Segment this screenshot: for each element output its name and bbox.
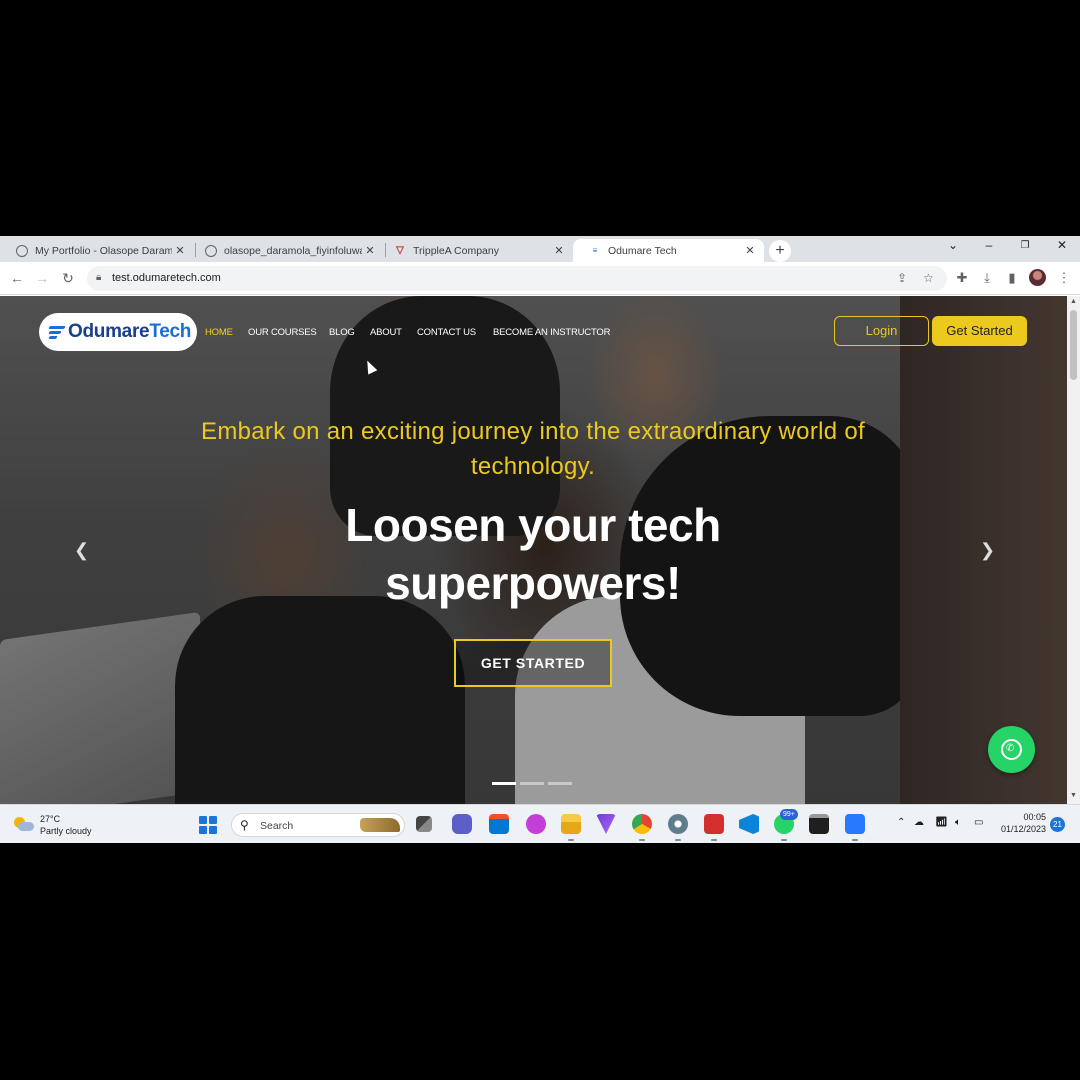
- logo-mark-icon: [48, 325, 66, 339]
- acrobat-reader-icon[interactable]: [704, 814, 724, 841]
- terminal-icon[interactable]: [809, 814, 829, 834]
- close-window-icon[interactable]: ✕: [1052, 238, 1072, 252]
- odumare-favicon-icon: ≡: [592, 246, 598, 255]
- nav-our-courses[interactable]: OUR COURSES: [248, 327, 317, 338]
- vscode-icon[interactable]: [739, 814, 759, 834]
- tab-label: olasope_daramola_fiyinfoluwa_c: [224, 244, 362, 257]
- phone-icon: ✆: [1006, 743, 1015, 754]
- profile-avatar[interactable]: [1029, 269, 1046, 286]
- tab-olasope[interactable]: olasope_daramola_fiyinfoluwa_c ✕: [189, 239, 384, 262]
- hero-headline-line1: Loosen your tech: [345, 499, 721, 551]
- scroll-up-icon[interactable]: ▲: [1067, 298, 1080, 305]
- get-started-button[interactable]: Get Started: [932, 316, 1027, 346]
- close-tab-icon[interactable]: ✕: [551, 244, 567, 257]
- tab-strip: My Portfolio - Olasope Daramola ✕ olasop…: [0, 236, 1080, 262]
- hero-section: OdumareTech HOME OUR COURSES BLOG ABOUT …: [0, 296, 1067, 804]
- weather-temp: 27°C: [40, 814, 61, 824]
- volume-icon[interactable]: 🔈︎: [955, 817, 961, 828]
- tab-search-chevron-icon[interactable]: ⌄: [943, 238, 963, 252]
- chrome-icon[interactable]: [632, 814, 652, 841]
- carousel-next-icon[interactable]: ❯: [980, 540, 995, 561]
- nav-blog[interactable]: BLOG: [329, 327, 355, 338]
- tab-odumare-tech[interactable]: ≡ Odumare Tech ✕: [573, 239, 764, 262]
- close-tab-icon[interactable]: ✕: [742, 244, 758, 257]
- carousel-prev-icon[interactable]: ❮: [74, 540, 89, 561]
- scroll-down-icon[interactable]: ▼: [1067, 792, 1080, 799]
- teams-chat-icon[interactable]: [452, 814, 472, 834]
- reload-icon[interactable]: ↻: [59, 270, 77, 287]
- browser-window: My Portfolio - Olasope Daramola ✕ olasop…: [0, 236, 1080, 843]
- hero-tagline: Embark on an exciting journey into the e…: [201, 418, 865, 480]
- tab-portfolio[interactable]: My Portfolio - Olasope Daramola ✕: [0, 239, 194, 262]
- globe-icon: [205, 244, 217, 257]
- close-tab-icon[interactable]: ✕: [172, 244, 188, 257]
- logo-text: OdumareTech: [68, 321, 192, 342]
- hero-headline-line2: superpowers!: [385, 557, 681, 609]
- hero-headline: Loosen your tech superpowers!: [233, 496, 833, 612]
- tab-label: Odumare Tech: [608, 244, 677, 257]
- new-tab-button[interactable]: +: [769, 240, 791, 262]
- carousel-indicators: [492, 782, 572, 785]
- file-explorer-icon[interactable]: [561, 814, 581, 841]
- snipping-tool-icon[interactable]: [845, 814, 865, 841]
- menu-kebab-icon[interactable]: ⋮: [1055, 270, 1073, 286]
- bookmark-star-icon[interactable]: ☆: [923, 271, 934, 285]
- whatsapp-chat-button[interactable]: ✆: [988, 726, 1035, 773]
- tab-label: TrippleA Company: [413, 244, 499, 257]
- proton-vpn-icon[interactable]: [596, 814, 616, 834]
- download-icon[interactable]: ⤓: [978, 270, 996, 286]
- tab-label: My Portfolio - Olasope Daramola: [35, 244, 172, 257]
- search-placeholder: Search: [260, 820, 294, 832]
- search-highlight-image: [360, 818, 400, 832]
- whatsapp-unread-badge: 99+: [780, 809, 798, 820]
- carousel-dot[interactable]: [520, 782, 544, 785]
- nav-home[interactable]: HOME: [205, 327, 233, 338]
- site-logo[interactable]: OdumareTech: [39, 313, 197, 351]
- partly-cloudy-icon: [14, 817, 34, 833]
- clock-date: 01/12/2023: [1000, 824, 1046, 834]
- clock-time: 00:05: [1023, 812, 1046, 822]
- carousel-dot[interactable]: [492, 782, 516, 785]
- scrollbar-thumb[interactable]: [1070, 310, 1077, 380]
- system-clock[interactable]: 00:05 01/12/2023: [996, 811, 1046, 835]
- url-text: test.odumaretech.com: [112, 272, 221, 284]
- login-button[interactable]: Login: [834, 316, 929, 346]
- close-tab-icon[interactable]: ✕: [362, 244, 378, 257]
- search-icon: ⚲: [240, 818, 249, 832]
- extensions-puzzle-icon[interactable]: ✚: [953, 270, 971, 286]
- settings-gear-icon[interactable]: [668, 814, 688, 841]
- carousel-dot[interactable]: [548, 782, 572, 785]
- tab-tripplea[interactable]: ▽ TrippleA Company ✕: [378, 239, 573, 262]
- page-scrollbar[interactable]: ▲ ▼: [1067, 296, 1080, 804]
- hero-get-started-button[interactable]: GET STARTED: [454, 639, 612, 687]
- battery-icon[interactable]: ▭: [974, 817, 983, 828]
- notification-badge[interactable]: 21: [1050, 817, 1065, 832]
- forward-arrow-icon[interactable]: →: [33, 270, 51, 286]
- tripplea-favicon-icon: ▽: [396, 245, 404, 256]
- show-hidden-icons-chevron-icon[interactable]: ⌃: [897, 817, 905, 828]
- task-view-icon[interactable]: [416, 816, 432, 832]
- restore-icon[interactable]: ❐: [1015, 240, 1035, 251]
- lock-icon: 🔒︎: [96, 272, 102, 283]
- browser-toolbar: ← → ↻ 🔒︎ test.odumaretech.com ⇪ ☆ ✚ ⤓ ▮ …: [0, 262, 1080, 295]
- wps-office-icon[interactable]: [526, 814, 546, 834]
- side-panel-icon[interactable]: ▮: [1003, 270, 1021, 286]
- globe-icon: [16, 244, 28, 257]
- weather-desc: Partly cloudy: [40, 826, 92, 836]
- onedrive-cloud-icon[interactable]: ☁: [914, 817, 924, 828]
- wifi-icon[interactable]: 📶︎: [935, 817, 948, 828]
- windows-start-icon[interactable]: [199, 816, 217, 834]
- share-icon[interactable]: ⇪: [897, 271, 907, 285]
- weather-widget[interactable]: 27°C Partly cloudy: [14, 813, 92, 837]
- nav-contact-us[interactable]: CONTACT US: [417, 327, 476, 338]
- windows-taskbar: 27°C Partly cloudy ⚲ Search 99+ ⌃ ☁ 📶︎ 🔈…: [0, 804, 1080, 843]
- minimize-icon[interactable]: –: [979, 238, 999, 252]
- back-arrow-icon[interactable]: ←: [8, 270, 26, 286]
- microsoft-store-icon[interactable]: [489, 814, 509, 834]
- nav-about[interactable]: ABOUT: [370, 327, 402, 338]
- nav-become-instructor[interactable]: BECOME AN INSTRUCTOR: [493, 327, 610, 338]
- taskbar-search[interactable]: ⚲ Search: [231, 813, 405, 837]
- address-bar[interactable]: 🔒︎ test.odumaretech.com ⇪ ☆: [87, 266, 947, 291]
